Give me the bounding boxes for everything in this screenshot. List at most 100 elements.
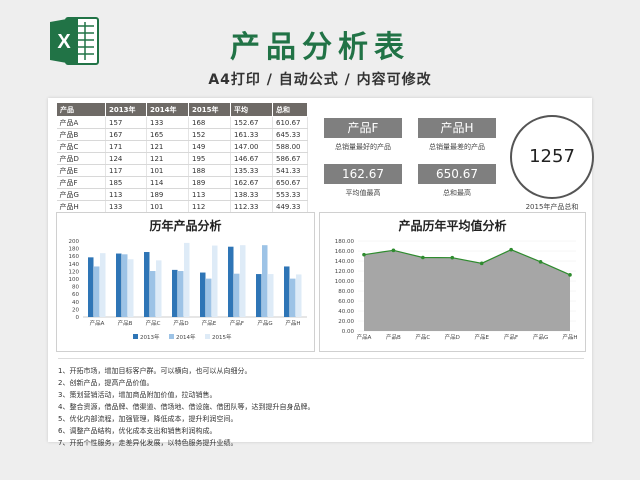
legend-swatch [169,334,174,339]
data-point [362,252,366,257]
bar [212,245,218,317]
worst-product-label: 总销量最差的产品 [429,143,485,151]
column-header[interactable]: 2013年 [105,102,147,117]
y-tick-label: 100.00 [335,279,355,285]
x-tick-label: 产品C [146,319,161,327]
bar [184,242,190,317]
y-tick-label: 200 [69,239,80,245]
data-point [538,260,543,264]
x-tick-label: 产品G [257,319,272,327]
table-cell[interactable]: 152 [188,128,231,141]
table-cell[interactable]: 171 [105,140,147,153]
y-tick-label: 120 [69,269,80,275]
best-product-value: 产品F [324,118,402,138]
y-tick-label: 140.00 [335,259,355,265]
table-cell[interactable]: 541.33 [272,164,308,177]
column-header[interactable]: 总和 [272,102,308,117]
table-cell[interactable]: 185 [105,176,147,189]
table-cell[interactable]: 147.00 [230,140,273,153]
table-cell[interactable]: 586.67 [272,152,308,165]
y-tick-label: 40 [72,300,79,306]
table-cell[interactable]: 产品F [56,176,106,189]
bar [262,245,268,317]
data-table: 产品 2013年 2014年 2015年 平均 总和 产品A 157 133 168 1… [56,102,308,213]
table-cell[interactable]: 产品H [56,200,106,213]
y-tick-label: 180.00 [335,239,355,245]
table-cell[interactable]: 162.67 [230,176,273,189]
table-cell[interactable]: 产品G [56,188,106,201]
table-cell[interactable]: 188 [188,164,231,177]
table-cell[interactable]: 610.67 [272,116,308,129]
table-cell[interactable]: 189 [146,188,189,201]
table-row: 产品G 113 189 113 138.33 553.33 [56,188,308,201]
x-tick-label: 产品F [230,319,244,327]
table-cell[interactable]: 149 [188,140,231,153]
table-cell[interactable]: 117 [105,164,147,177]
bar [290,278,296,317]
page-subtitle: A4打印 / 自动公式 / 内容可修改 [208,72,432,88]
column-header[interactable]: 平均 [230,102,273,117]
table-cell[interactable]: 165 [146,128,189,141]
table-cell[interactable]: 449.33 [272,200,308,213]
table-row: 产品E 117 101 188 135.33 541.33 [56,164,308,177]
table-cell[interactable]: 645.33 [272,128,308,141]
bar-chart: 0 2040 6080 100 120140 160180 200 产品A 产品B 产品C 产品D 产… [69,239,307,341]
bar [228,246,234,317]
legend-swatch [133,334,138,339]
table-cell[interactable]: 113 [105,188,147,201]
x-tick-label: 产品H [562,333,577,341]
y-tick-label: 180 [69,247,80,253]
table-cell[interactable]: 114 [146,176,189,189]
table-cell[interactable]: 产品A [56,116,106,129]
table-cell[interactable]: 101 [146,200,189,213]
table-cell[interactable]: 189 [188,176,231,189]
column-header[interactable]: 2014年 [146,102,189,117]
table-cell[interactable]: 138.33 [230,188,273,201]
table-cell[interactable]: 553.33 [272,188,308,201]
table-cell[interactable]: 产品C [56,140,106,153]
table-cell[interactable]: 135.33 [230,164,273,177]
bar [206,278,212,317]
divider [58,358,584,359]
table-cell[interactable]: 133 [105,200,147,213]
column-header[interactable]: 2015年 [188,102,231,117]
table-cell[interactable]: 121 [146,152,189,165]
table-cell[interactable]: 112.33 [230,200,273,213]
table-cell[interactable]: 124 [105,152,147,165]
table-cell[interactable]: 157 [105,116,147,129]
table-row: 产品A 157 133 168 152.67 610.67 [56,116,308,129]
table-cell[interactable]: 195 [188,152,231,165]
y-tick-label: 0 [76,315,80,321]
table-cell[interactable]: 152.67 [230,116,273,129]
bar [268,274,274,317]
table-cell[interactable]: 650.67 [272,176,308,189]
table-cell[interactable]: 146.67 [230,152,273,165]
x-tick-label: 产品E [202,319,217,327]
bar [172,269,178,317]
table-cell[interactable]: 产品B [56,128,106,141]
bar [122,254,128,317]
table-cell[interactable]: 113 [188,188,231,201]
table-cell[interactable]: 101 [146,164,189,177]
y-tick-label: 140 [69,262,80,268]
x-tick-label: 产品D [445,333,460,341]
table-cell[interactable]: 161.33 [230,128,273,141]
table-cell[interactable]: 167 [105,128,147,141]
report-sheet: 产品 2013年 2014年 2015年 平均 总和 产品A 157 133 168 1… [48,98,594,447]
table-cell[interactable]: 产品E [56,164,106,177]
table-cell[interactable]: 产品D [56,152,106,165]
x-tick-label: 产品D [173,319,188,327]
bar [240,245,246,317]
table-cell[interactable]: 112 [188,200,231,213]
note-item: 2、创新产品，提高产品价值。 [58,379,154,387]
y-tick-label: 60.00 [338,299,354,305]
table-cell[interactable]: 168 [188,116,231,129]
x-tick-label: 产品A [90,319,105,327]
table-cell[interactable]: 588.00 [272,140,308,153]
table-header-row: 产品 2013年 2014年 2015年 平均 总和 [56,102,308,117]
table-cell[interactable]: 121 [146,140,189,153]
column-header[interactable]: 产品 [56,102,106,117]
highest-sum-label: 总和最高 [443,189,471,197]
table-cell[interactable]: 133 [146,116,189,129]
data-point [479,261,484,266]
